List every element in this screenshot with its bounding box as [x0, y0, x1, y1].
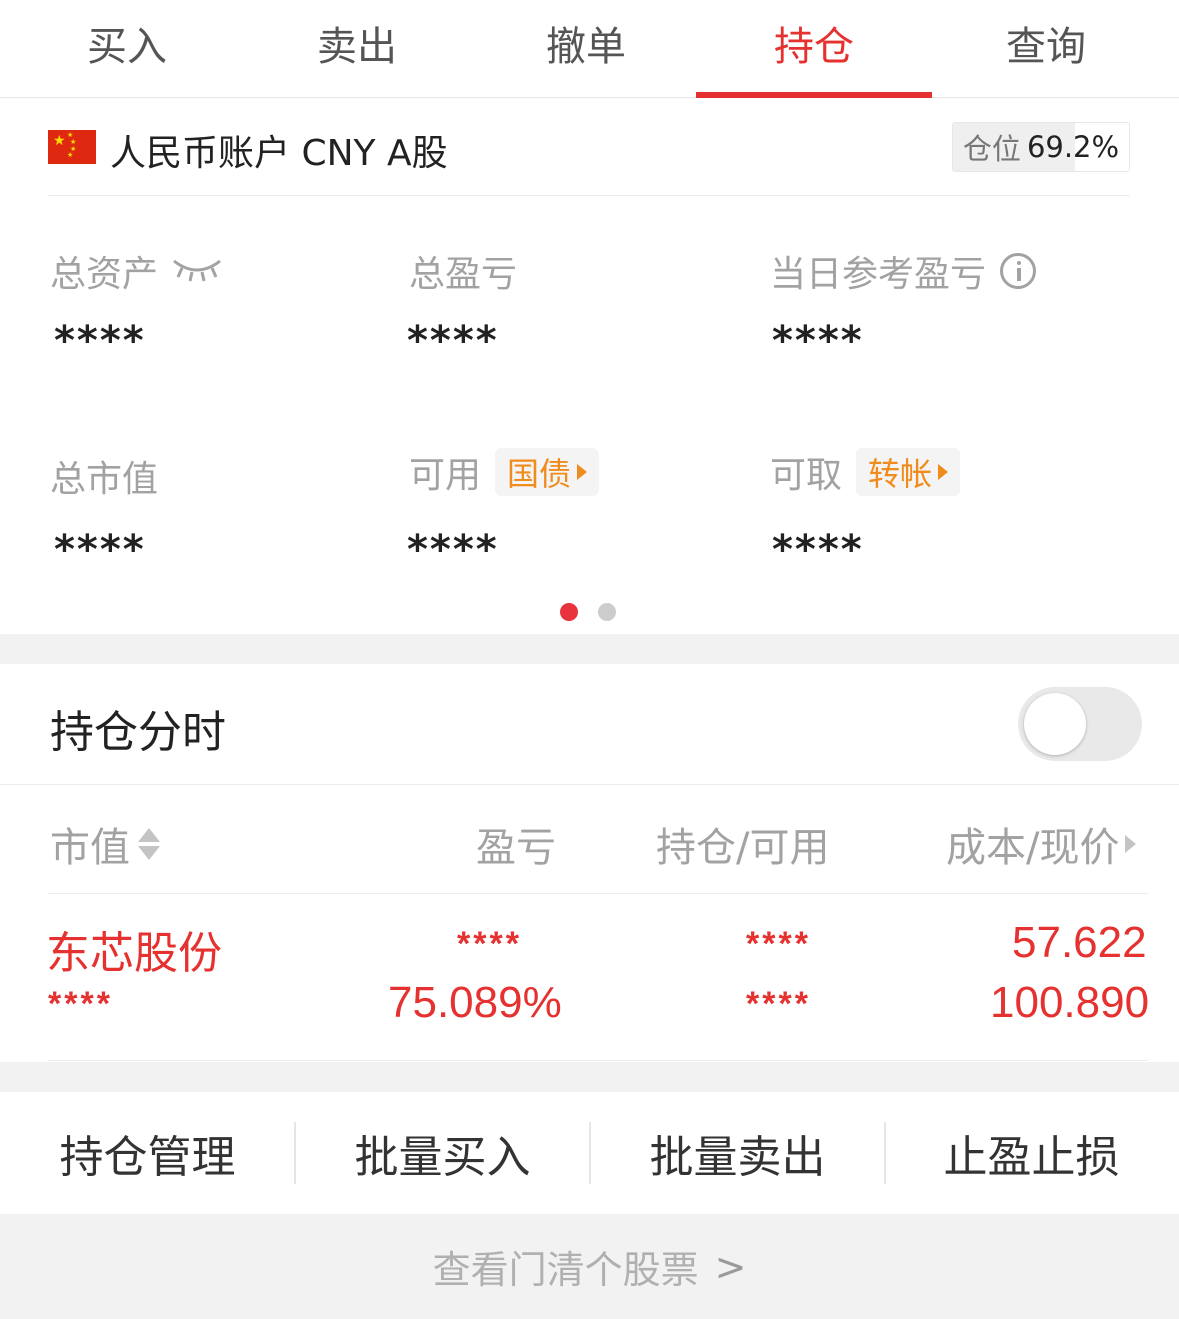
account-header: ★ ★ ★ ★ ★ 人民币账户 CNY A股 仓位 69.2% — [48, 116, 1130, 196]
eye-closed-icon[interactable] — [170, 251, 224, 292]
stock-available: **** — [746, 985, 811, 1023]
total-assets-label: 总资产 — [50, 245, 224, 297]
position-ratio-badge: 仓位 69.2% — [952, 122, 1130, 172]
view-stocks-link[interactable]: 查看门清个股票 > — [0, 1214, 1179, 1319]
stock-cost: 57.622 — [1012, 918, 1147, 967]
account-title[interactable]: 人民币账户 CNY A股 — [110, 124, 448, 176]
batch-buy-button[interactable]: 批量买入 — [295, 1092, 590, 1214]
triangle-right-icon — [577, 464, 588, 480]
chevron-right-icon: > — [714, 1244, 747, 1289]
total-pnl-label: 总盈亏 — [409, 254, 518, 295]
page-indicator — [560, 603, 616, 621]
tab-cancel[interactable]: 撤单 — [468, 0, 704, 98]
stock-position: **** — [746, 925, 811, 963]
holding-timeshare-toggle[interactable] — [1018, 687, 1142, 761]
toggle-knob — [1024, 693, 1086, 755]
info-icon[interactable] — [1000, 253, 1037, 289]
position-ratio-label: 仓位 — [962, 132, 1021, 166]
treasury-bond-chip-label: 国债 — [507, 455, 572, 493]
market-value-label: 总市值 — [50, 459, 159, 500]
page-dot-active[interactable] — [560, 603, 578, 621]
available-label: 可用 国债 — [409, 446, 600, 498]
stock-name: 东芯股份 — [46, 928, 222, 979]
column-market-value-label: 市值 — [50, 825, 130, 871]
section-gap — [0, 634, 1179, 664]
divider — [48, 1060, 1148, 1061]
active-tab-indicator — [696, 92, 932, 98]
daily-pnl-value: **** — [772, 318, 864, 364]
holding-timeshare-title: 持仓分时 — [50, 707, 226, 758]
tab-buy[interactable]: 买入 — [9, 0, 245, 98]
column-position-available: 持仓/可用 — [656, 825, 830, 871]
stock-price: 100.890 — [990, 978, 1150, 1027]
market-value-value: **** — [54, 527, 146, 573]
withdrawable-value: **** — [772, 527, 864, 573]
column-cost-price-label: 成本/现价 — [946, 825, 1120, 871]
daily-pnl-label-text: 当日参考盈亏 — [770, 254, 987, 295]
tab-query[interactable]: 查询 — [928, 0, 1164, 98]
daily-pnl-label: 当日参考盈亏 — [770, 245, 1037, 297]
total-assets-label-text: 总资产 — [50, 254, 159, 295]
treasury-bond-chip[interactable]: 国债 — [495, 448, 600, 496]
take-profit-stop-loss-button[interactable]: 止盈止损 — [884, 1092, 1179, 1214]
batch-sell-button[interactable]: 批量卖出 — [590, 1092, 885, 1214]
stock-pnl: **** — [457, 925, 522, 963]
withdrawable-label: 可取 转帐 — [770, 446, 961, 498]
tab-positions[interactable]: 持仓 — [696, 0, 932, 98]
divider — [48, 893, 1148, 894]
transfer-chip[interactable]: 转帐 — [856, 448, 961, 496]
holding-action-bar: 持仓管理 批量买入 批量卖出 止盈止损 — [0, 1092, 1179, 1214]
page-dot[interactable] — [598, 603, 616, 621]
triangle-right-icon — [1125, 835, 1137, 853]
section-gap — [0, 1062, 1179, 1092]
column-cost-price[interactable]: 成本/现价 — [946, 815, 1137, 873]
withdrawable-label-text: 可取 — [770, 455, 843, 496]
position-ratio-value: 69.2% — [1026, 130, 1120, 164]
transfer-chip-label: 转帐 — [868, 455, 933, 493]
tab-sell[interactable]: 卖出 — [239, 0, 475, 98]
sort-icon — [138, 828, 160, 860]
total-pnl-value: **** — [407, 318, 499, 364]
china-flag-icon: ★ ★ ★ ★ ★ — [48, 130, 96, 164]
total-assets-value: **** — [54, 318, 146, 364]
stock-market-value: **** — [48, 985, 113, 1023]
available-value: **** — [407, 527, 499, 573]
column-market-value[interactable]: 市值 — [50, 815, 160, 873]
view-stocks-label: 查看门清个股票 — [432, 1248, 699, 1292]
divider — [0, 784, 1179, 785]
position-manage-button[interactable]: 持仓管理 — [0, 1092, 295, 1214]
column-pnl: 盈亏 — [476, 825, 556, 871]
stock-pnl-percent: 75.089% — [388, 978, 562, 1027]
available-label-text: 可用 — [409, 455, 482, 496]
triangle-right-icon — [938, 464, 949, 480]
trade-tab-bar: 买入 卖出 撤单 持仓 查询 — [0, 0, 1179, 98]
